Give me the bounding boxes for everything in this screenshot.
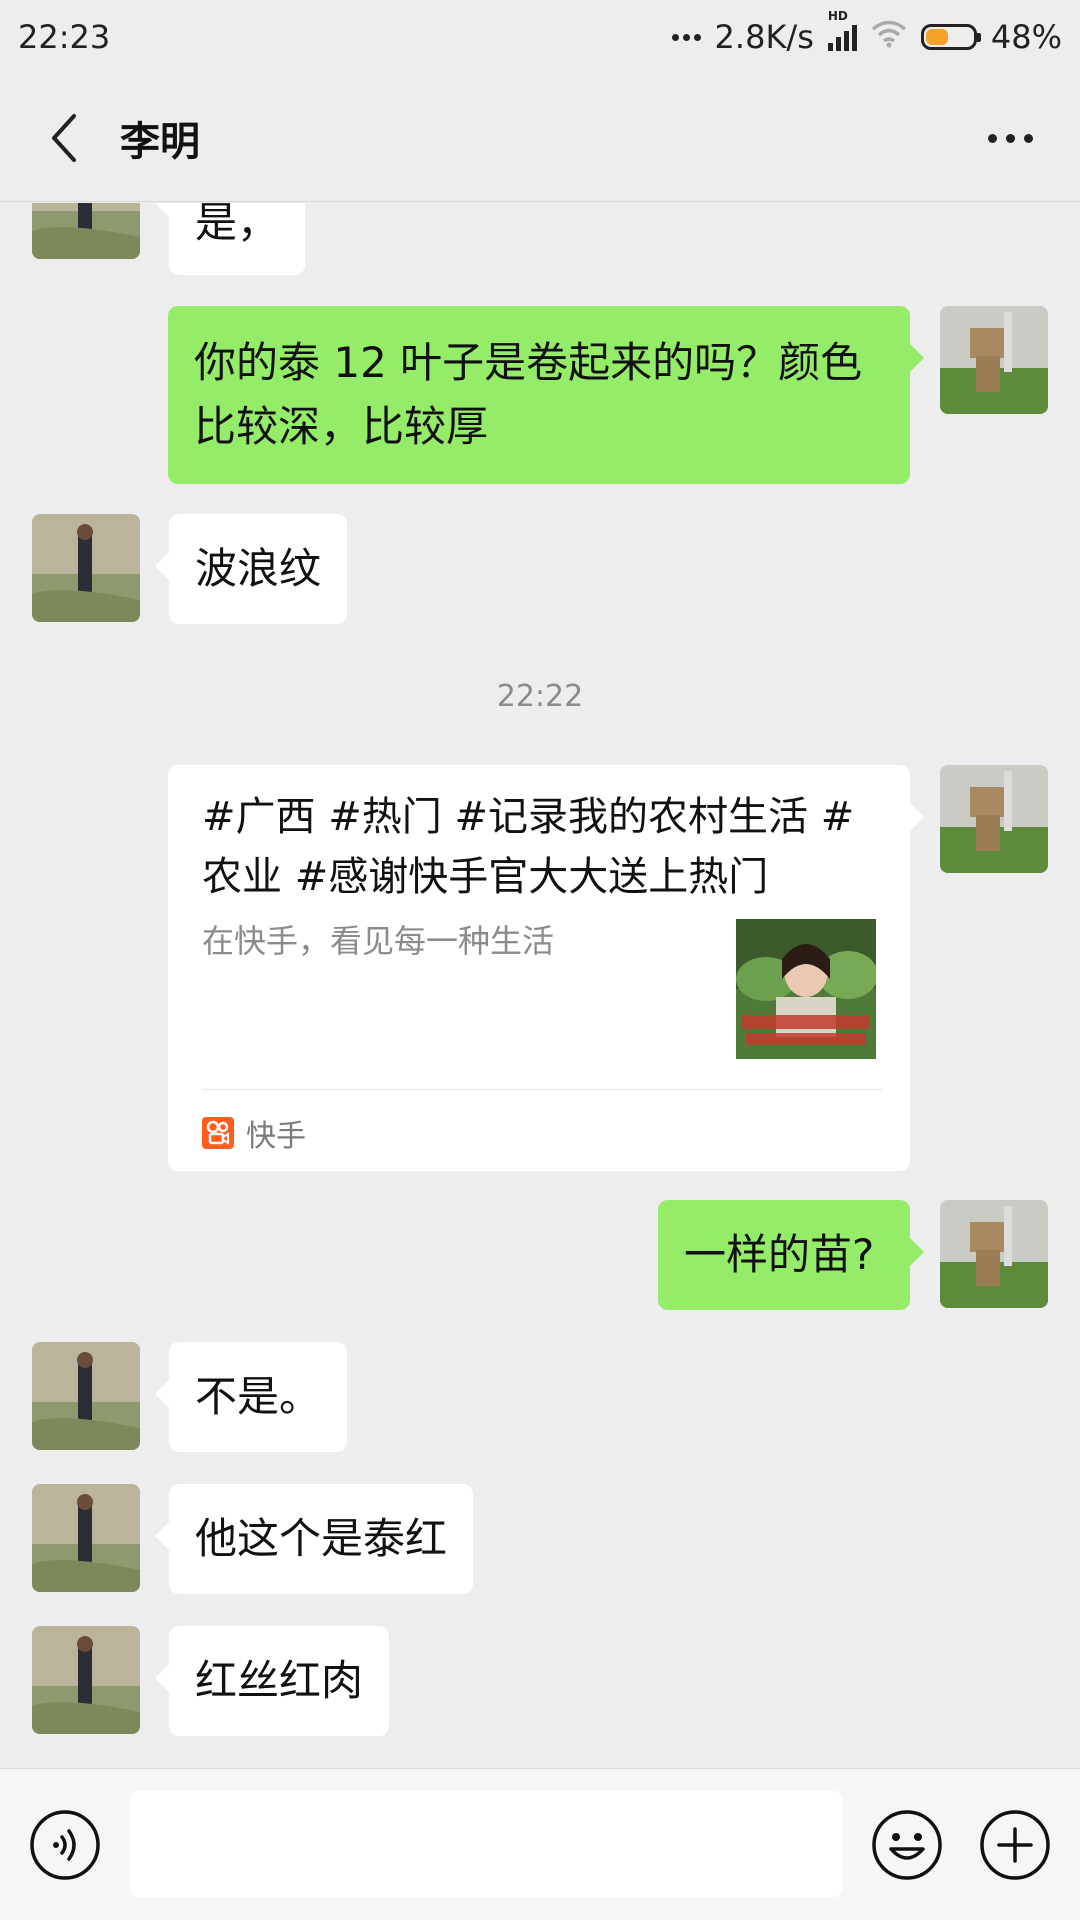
message-bubble[interactable]: 不是。 xyxy=(154,1342,348,1452)
wifi-icon xyxy=(871,18,907,56)
message-bubble[interactable]: 红丝红肉 xyxy=(154,1626,390,1736)
message-text: 波浪纹 xyxy=(195,544,322,593)
dots-icon xyxy=(671,33,701,41)
link-card[interactable]: #广西 #热门 #记录我的农村生活 #农业 #感谢快手官大大送上热门 在快手，看… xyxy=(168,765,924,1171)
network-speed: 2.8K/s xyxy=(714,18,814,56)
chat-area[interactable]: 是， 你的泰 12 叶子是卷起来的吗？颜色比较深，比较厚 波浪纹 22:22 #… xyxy=(0,203,1080,1768)
status-time: 22:23 xyxy=(18,18,111,56)
message-text: 他这个是泰红 xyxy=(195,1514,448,1563)
status-bar: 22:23 2.8K/s HD 48% xyxy=(0,0,1080,74)
status-indicators: 2.8K/s HD 48% xyxy=(671,9,1062,56)
message-text: 是， xyxy=(195,203,280,247)
plus-icon xyxy=(980,1810,1050,1880)
link-card-thumbnail xyxy=(736,919,878,1059)
message-timestamp: 22:22 xyxy=(496,679,584,714)
my-avatar[interactable] xyxy=(940,306,1048,414)
contact-avatar[interactable] xyxy=(32,203,140,259)
voice-icon xyxy=(30,1810,100,1880)
more-icon xyxy=(987,133,997,143)
link-card-footer: 快手 xyxy=(202,1089,882,1168)
message-bubble[interactable]: 你的泰 12 叶子是卷起来的吗？颜色比较深，比较厚 xyxy=(168,306,924,484)
message-bubble[interactable]: 他这个是泰红 xyxy=(154,1484,474,1594)
chevron-left-icon xyxy=(52,113,76,162)
signal-icon: HD xyxy=(827,9,857,51)
contact-avatar[interactable] xyxy=(32,1342,140,1450)
message-input[interactable] xyxy=(130,1791,842,1897)
chat-header: 李明 xyxy=(0,74,1080,202)
my-avatar[interactable] xyxy=(940,765,1048,873)
contact-avatar[interactable] xyxy=(32,1626,140,1734)
emoji-icon xyxy=(872,1810,942,1880)
contact-avatar[interactable] xyxy=(32,1484,140,1592)
emoji-button[interactable] xyxy=(871,1809,943,1881)
input-bar xyxy=(0,1768,1080,1920)
link-card-title: #广西 #热门 #记录我的农村生活 #农业 #感谢快手官大大送上热门 xyxy=(202,794,855,900)
message-text: 一样的苗? xyxy=(684,1230,875,1279)
contact-name: 李明 xyxy=(120,118,200,165)
message-bubble[interactable]: 波浪纹 xyxy=(154,514,348,624)
message-bubble[interactable]: 是， xyxy=(154,203,306,275)
battery-percent: 48% xyxy=(990,18,1062,56)
message-bubble[interactable]: 一样的苗? xyxy=(658,1200,924,1310)
link-card-description: 在快手，看见每一种生活 xyxy=(202,922,555,960)
battery-icon xyxy=(920,24,981,50)
link-card-source: 快手 xyxy=(246,1119,306,1154)
message-text: 不是。 xyxy=(195,1372,322,1421)
message-text: 你的泰 12 叶子是卷起来的吗？颜色比较深，比较厚 xyxy=(194,338,863,451)
voice-button[interactable] xyxy=(29,1809,101,1881)
kuaishou-logo-icon xyxy=(202,1117,234,1149)
contact-avatar[interactable] xyxy=(32,514,140,622)
my-avatar[interactable] xyxy=(940,1200,1048,1308)
more-button[interactable] xyxy=(980,114,1040,162)
message-text: 红丝红肉 xyxy=(195,1656,364,1705)
plus-button[interactable] xyxy=(979,1809,1051,1881)
back-button[interactable] xyxy=(30,104,98,172)
